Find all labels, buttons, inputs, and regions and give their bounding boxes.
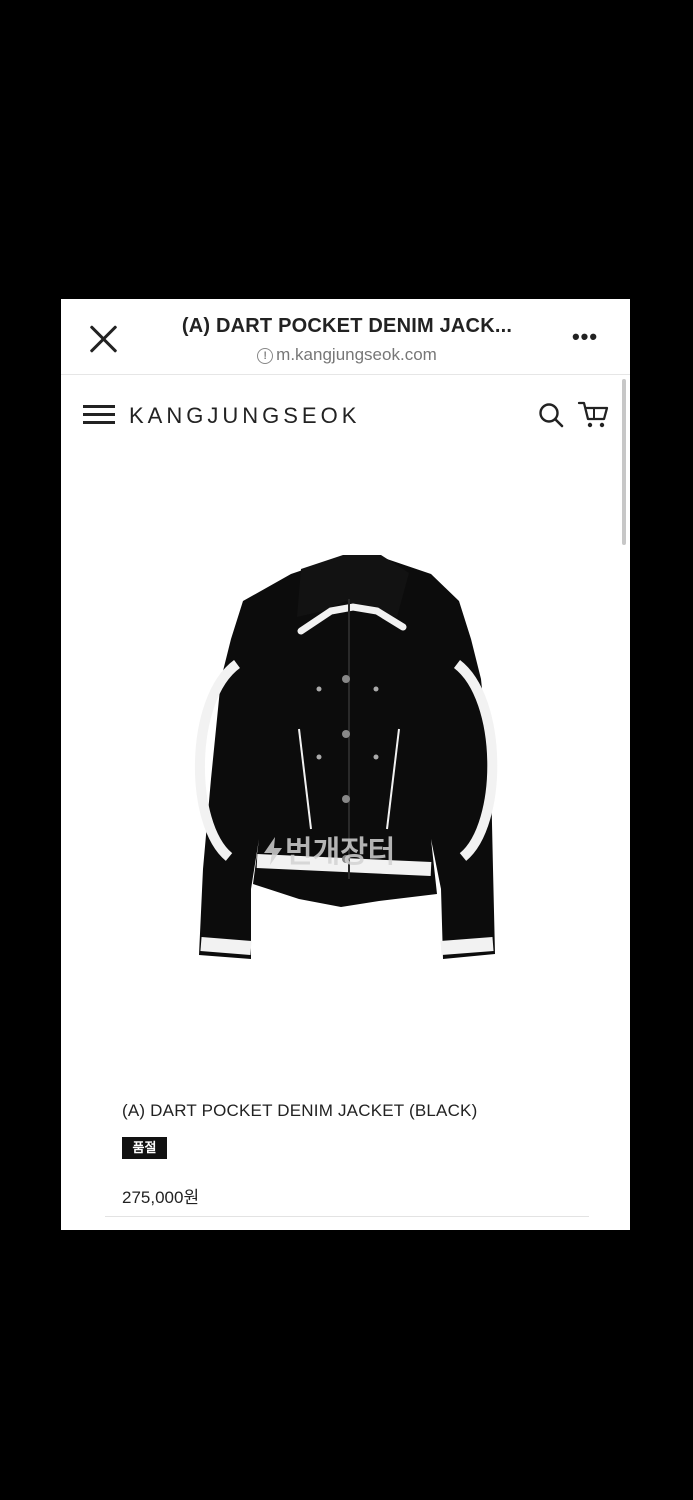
product-name[interactable]: (A) DART POCKET DENIM JACKET (BLACK) xyxy=(122,1101,477,1121)
watermark-text: 번개장터 xyxy=(285,836,396,869)
cart-icon[interactable] xyxy=(577,399,611,429)
bolt-icon xyxy=(264,837,282,865)
page-title: (A) DART POCKET DENIM JACK... xyxy=(181,315,513,337)
browser-screen: (A) DART POCKET DENIM JACK... ! m.kangjun… xyxy=(61,299,630,1230)
search-icon[interactable] xyxy=(537,401,565,429)
status-badge: 품절 xyxy=(122,1137,167,1159)
brand-logo[interactable]: KANGJUNGSEOK xyxy=(129,403,360,429)
url-bar[interactable]: ! m.kangjungseok.com xyxy=(157,345,537,365)
divider xyxy=(105,1216,589,1217)
more-options-button[interactable]: ••• xyxy=(567,325,603,349)
menu-icon[interactable] xyxy=(83,405,115,425)
product-image[interactable] xyxy=(181,539,511,999)
info-icon: ! xyxy=(257,348,274,364)
watermark: 번개장터 xyxy=(261,827,395,871)
url-text: m.kangjungseok.com xyxy=(276,345,437,364)
scrollbar[interactable] xyxy=(622,379,626,545)
browser-top-bar: (A) DART POCKET DENIM JACK... ! m.kangjun… xyxy=(61,299,630,375)
site-header: KANGJUNGSEOK xyxy=(61,375,630,455)
product-price: 275,000원 xyxy=(122,1188,200,1207)
close-icon[interactable] xyxy=(83,319,123,359)
